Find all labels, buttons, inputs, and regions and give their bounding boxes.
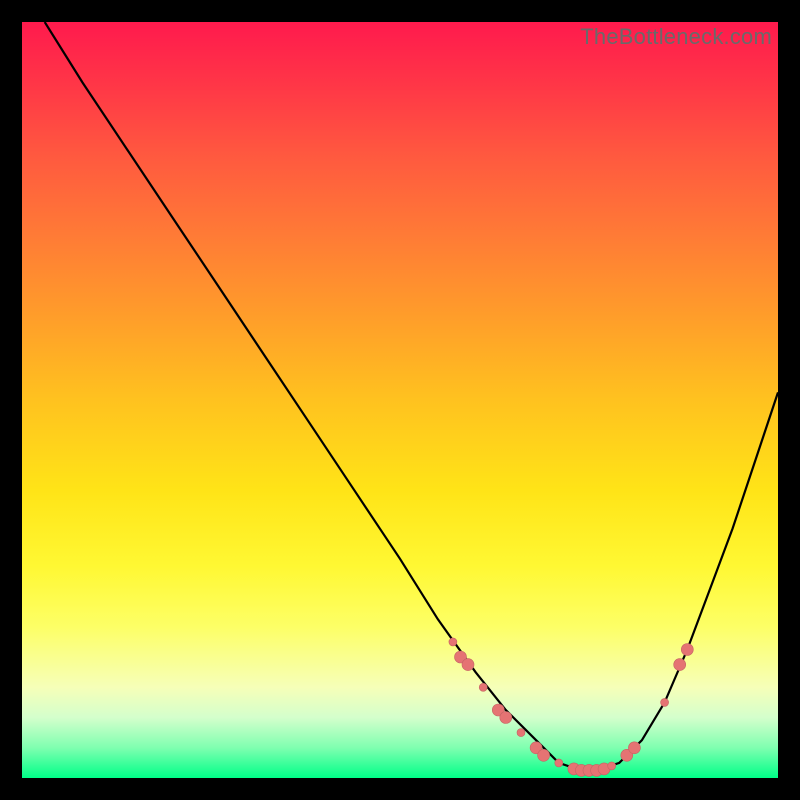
plot-gradient-background — [22, 22, 778, 778]
chart-frame: TheBottleneck.com — [22, 22, 778, 778]
watermark-text: TheBottleneck.com — [580, 24, 772, 50]
